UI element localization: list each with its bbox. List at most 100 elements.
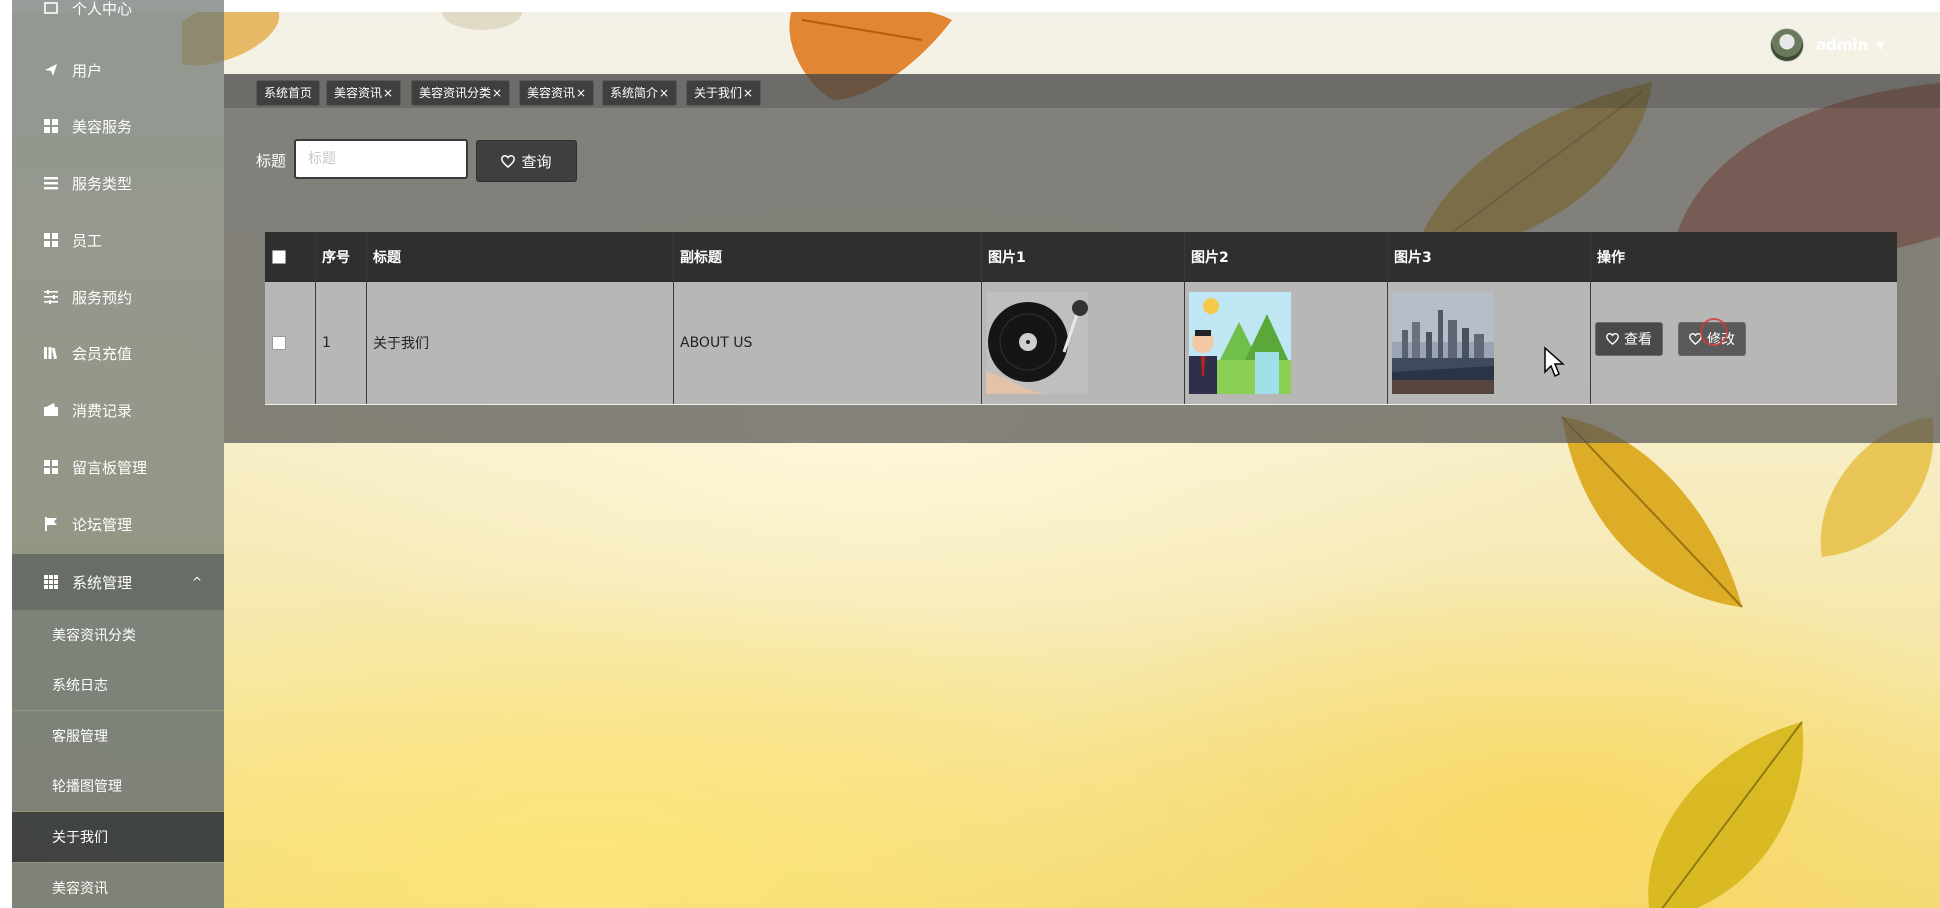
sidebar-item-beauty-service[interactable]: 美容服务 [12, 106, 224, 146]
sidebar-item-system-management[interactable]: 系统管理 ^ [12, 554, 224, 610]
city-skyline-image[interactable] [1392, 292, 1494, 394]
column-header-subtitle[interactable]: 副标题 [674, 232, 982, 282]
sidebar-subitem-label: 系统日志 [52, 678, 108, 694]
tab-label: 美容资讯分类 [419, 86, 492, 100]
sidebar-subitem-system-log[interactable]: 系统日志 [12, 660, 224, 710]
sidebar-item-forum[interactable]: 论坛管理 [12, 504, 224, 544]
click-ripple-icon [1700, 318, 1728, 346]
sidebar-subitem-label: 美容资讯 [52, 881, 108, 897]
tab-beauty-news-category[interactable]: 美容资讯分类× [411, 80, 511, 106]
sidebar-item-label: 服务类型 [72, 174, 133, 193]
flag-icon [44, 517, 58, 531]
sidebar-item-label: 个人中心 [72, 0, 133, 18]
tab-home[interactable]: 系统首页 [256, 80, 321, 106]
sidebar-subitem-beauty-news[interactable]: 美容资讯 [12, 863, 224, 908]
grid-icon [44, 233, 58, 247]
list-icon [44, 176, 58, 190]
sidebar-item-users[interactable]: 用户 [12, 50, 224, 90]
sidebar-item-service-type[interactable]: 服务类型 [12, 163, 224, 203]
column-header-title[interactable]: 标题 [367, 232, 674, 282]
sidebar-item-label: 用户 [72, 61, 103, 80]
sliders-icon [44, 290, 58, 304]
tab-label: 系统简介 [610, 86, 659, 100]
row-image1-cell [982, 282, 1185, 404]
sidebar-subitem-carousel[interactable]: 轮播图管理 [12, 761, 224, 811]
row-image3-cell [1388, 282, 1591, 404]
library-icon [44, 346, 58, 360]
column-header-actions: 操作 [1597, 250, 1625, 266]
avatar [1770, 28, 1804, 62]
row-title: 关于我们 [367, 282, 674, 404]
row-index: 1 [316, 282, 367, 404]
sidebar-item-label: 论坛管理 [72, 515, 133, 534]
grid-icon [44, 119, 58, 133]
table-row: 1 关于我们 ABOUT US 查看 修改 [265, 282, 1897, 405]
search-input[interactable] [294, 139, 468, 179]
tab-label: 系统首页 [264, 86, 313, 100]
tab-system-intro[interactable]: 系统简介× [602, 80, 678, 106]
cartoon-person-image[interactable] [1189, 292, 1291, 394]
sidebar-item-label: 留言板管理 [72, 458, 148, 477]
sidebar-subitem-news-category[interactable]: 美容资讯分类 [12, 610, 224, 660]
row-checkbox[interactable] [272, 336, 286, 350]
heart-icon [1606, 333, 1619, 345]
turntable-image[interactable] [986, 292, 1088, 394]
tab-label: 关于我们 [694, 86, 743, 100]
tab-label: 美容资讯 [527, 86, 576, 100]
view-button[interactable]: 查看 [1595, 322, 1663, 356]
wallet-icon [44, 403, 58, 417]
sidebar-subitem-label: 关于我们 [52, 830, 108, 846]
column-header-image3[interactable]: 图片3 [1388, 232, 1591, 282]
edit-button[interactable]: 修改 [1678, 318, 1746, 356]
search-button-label: 查询 [521, 152, 552, 171]
select-all-checkbox[interactable] [272, 250, 286, 264]
tab-about-us[interactable]: 关于我们× [686, 80, 762, 106]
chevron-down-icon: ▼ [1876, 38, 1885, 52]
tab-beauty-news[interactable]: 美容资讯× [326, 80, 402, 106]
column-header-index[interactable]: 序号 [316, 232, 367, 282]
sidebar-item-label: 服务预约 [72, 288, 133, 307]
row-checkbox-cell [265, 282, 316, 404]
view-button-label: 查看 [1624, 332, 1652, 348]
id-card-icon [44, 1, 58, 15]
leaf-bottom-right-decoration [1648, 721, 1804, 908]
search-title-label: 标题 [256, 152, 287, 170]
sidebar-item-label: 员工 [72, 231, 103, 250]
tab-label: 美容资讯 [334, 86, 383, 100]
row-actions-cell: 查看 修改 [1591, 282, 1897, 404]
close-icon[interactable]: × [743, 86, 753, 100]
sidebar-item-label: 系统管理 [72, 573, 133, 592]
close-icon[interactable]: × [492, 86, 502, 100]
sidebar-subitem-label: 客服管理 [52, 729, 108, 745]
mouse-cursor-icon [1544, 346, 1565, 378]
sidebar-subitem-label: 轮播图管理 [52, 779, 122, 795]
sidebar-item-label: 会员充值 [72, 344, 133, 363]
username: admin [1816, 36, 1869, 54]
close-icon[interactable]: × [383, 86, 393, 100]
table-header-row: 序号 标题 副标题 图片1 图片2 图片3 操作 [265, 232, 1897, 282]
sidebar-item-personal-center[interactable]: 个人中心 [12, 0, 224, 22]
sidebar-subitem-about-us[interactable]: 关于我们 [12, 812, 224, 862]
column-header-image2[interactable]: 图片2 [1185, 232, 1388, 282]
sidebar-item-label: 美容服务 [72, 117, 133, 136]
close-icon[interactable]: × [659, 86, 669, 100]
sidebar-item-label: 消费记录 [72, 401, 133, 420]
column-header-image1[interactable]: 图片1 [982, 232, 1185, 282]
data-table: 序号 标题 副标题 图片1 图片2 图片3 操作 1 关于我们 ABOUT US [265, 232, 1897, 405]
sidebar-item-member-recharge[interactable]: 会员充值 [12, 333, 224, 373]
sidebar-item-staff[interactable]: 员工 [12, 220, 224, 260]
search-button[interactable]: 查询 [476, 140, 577, 182]
grid-icon [44, 575, 58, 589]
sidebar: 个人中心 用户 美容服务 服务类型 员工 服务预约 会员充值 消费记录 留言板管… [12, 0, 224, 908]
header-checkbox-cell [265, 232, 316, 282]
sidebar-subitem-customer-service[interactable]: 客服管理 [12, 711, 224, 761]
sidebar-subitem-label: 美容资讯分类 [52, 628, 136, 644]
chevron-up-icon: ^ [191, 575, 202, 589]
close-icon[interactable]: × [576, 86, 586, 100]
tab-beauty-news-2[interactable]: 美容资讯× [519, 80, 595, 106]
user-menu[interactable]: admin ▼ [1770, 28, 1885, 62]
sidebar-item-message-board[interactable]: 留言板管理 [12, 447, 224, 487]
sidebar-item-service-booking[interactable]: 服务预约 [12, 277, 224, 317]
sidebar-item-consumption-records[interactable]: 消费记录 [12, 390, 224, 430]
row-image2-cell [1185, 282, 1388, 404]
